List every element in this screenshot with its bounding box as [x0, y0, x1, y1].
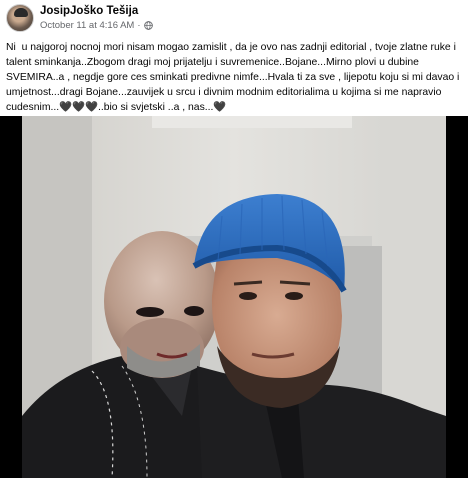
author-name[interactable]: JosipJoško Tešija — [40, 5, 138, 17]
photo-letterbox-right — [446, 116, 468, 478]
meta-separator: · — [137, 20, 141, 31]
post-timestamp[interactable]: October 11 at 4:16 AM — [40, 20, 134, 31]
photo-letterbox-left — [0, 116, 22, 478]
globe-icon — [143, 21, 153, 30]
facebook-post: JosipJoško Tešija October 11 at 4:16 AM … — [0, 0, 468, 478]
post-body-text: Ni u najgoroj nocnoj mori nisam mogao za… — [6, 42, 463, 113]
post-header: JosipJoško Tešija October 11 at 4:16 AM … — [0, 0, 468, 36]
author-avatar[interactable] — [6, 4, 34, 32]
post-meta: October 11 at 4:16 AM · — [40, 20, 153, 31]
post-photo[interactable] — [22, 116, 446, 478]
